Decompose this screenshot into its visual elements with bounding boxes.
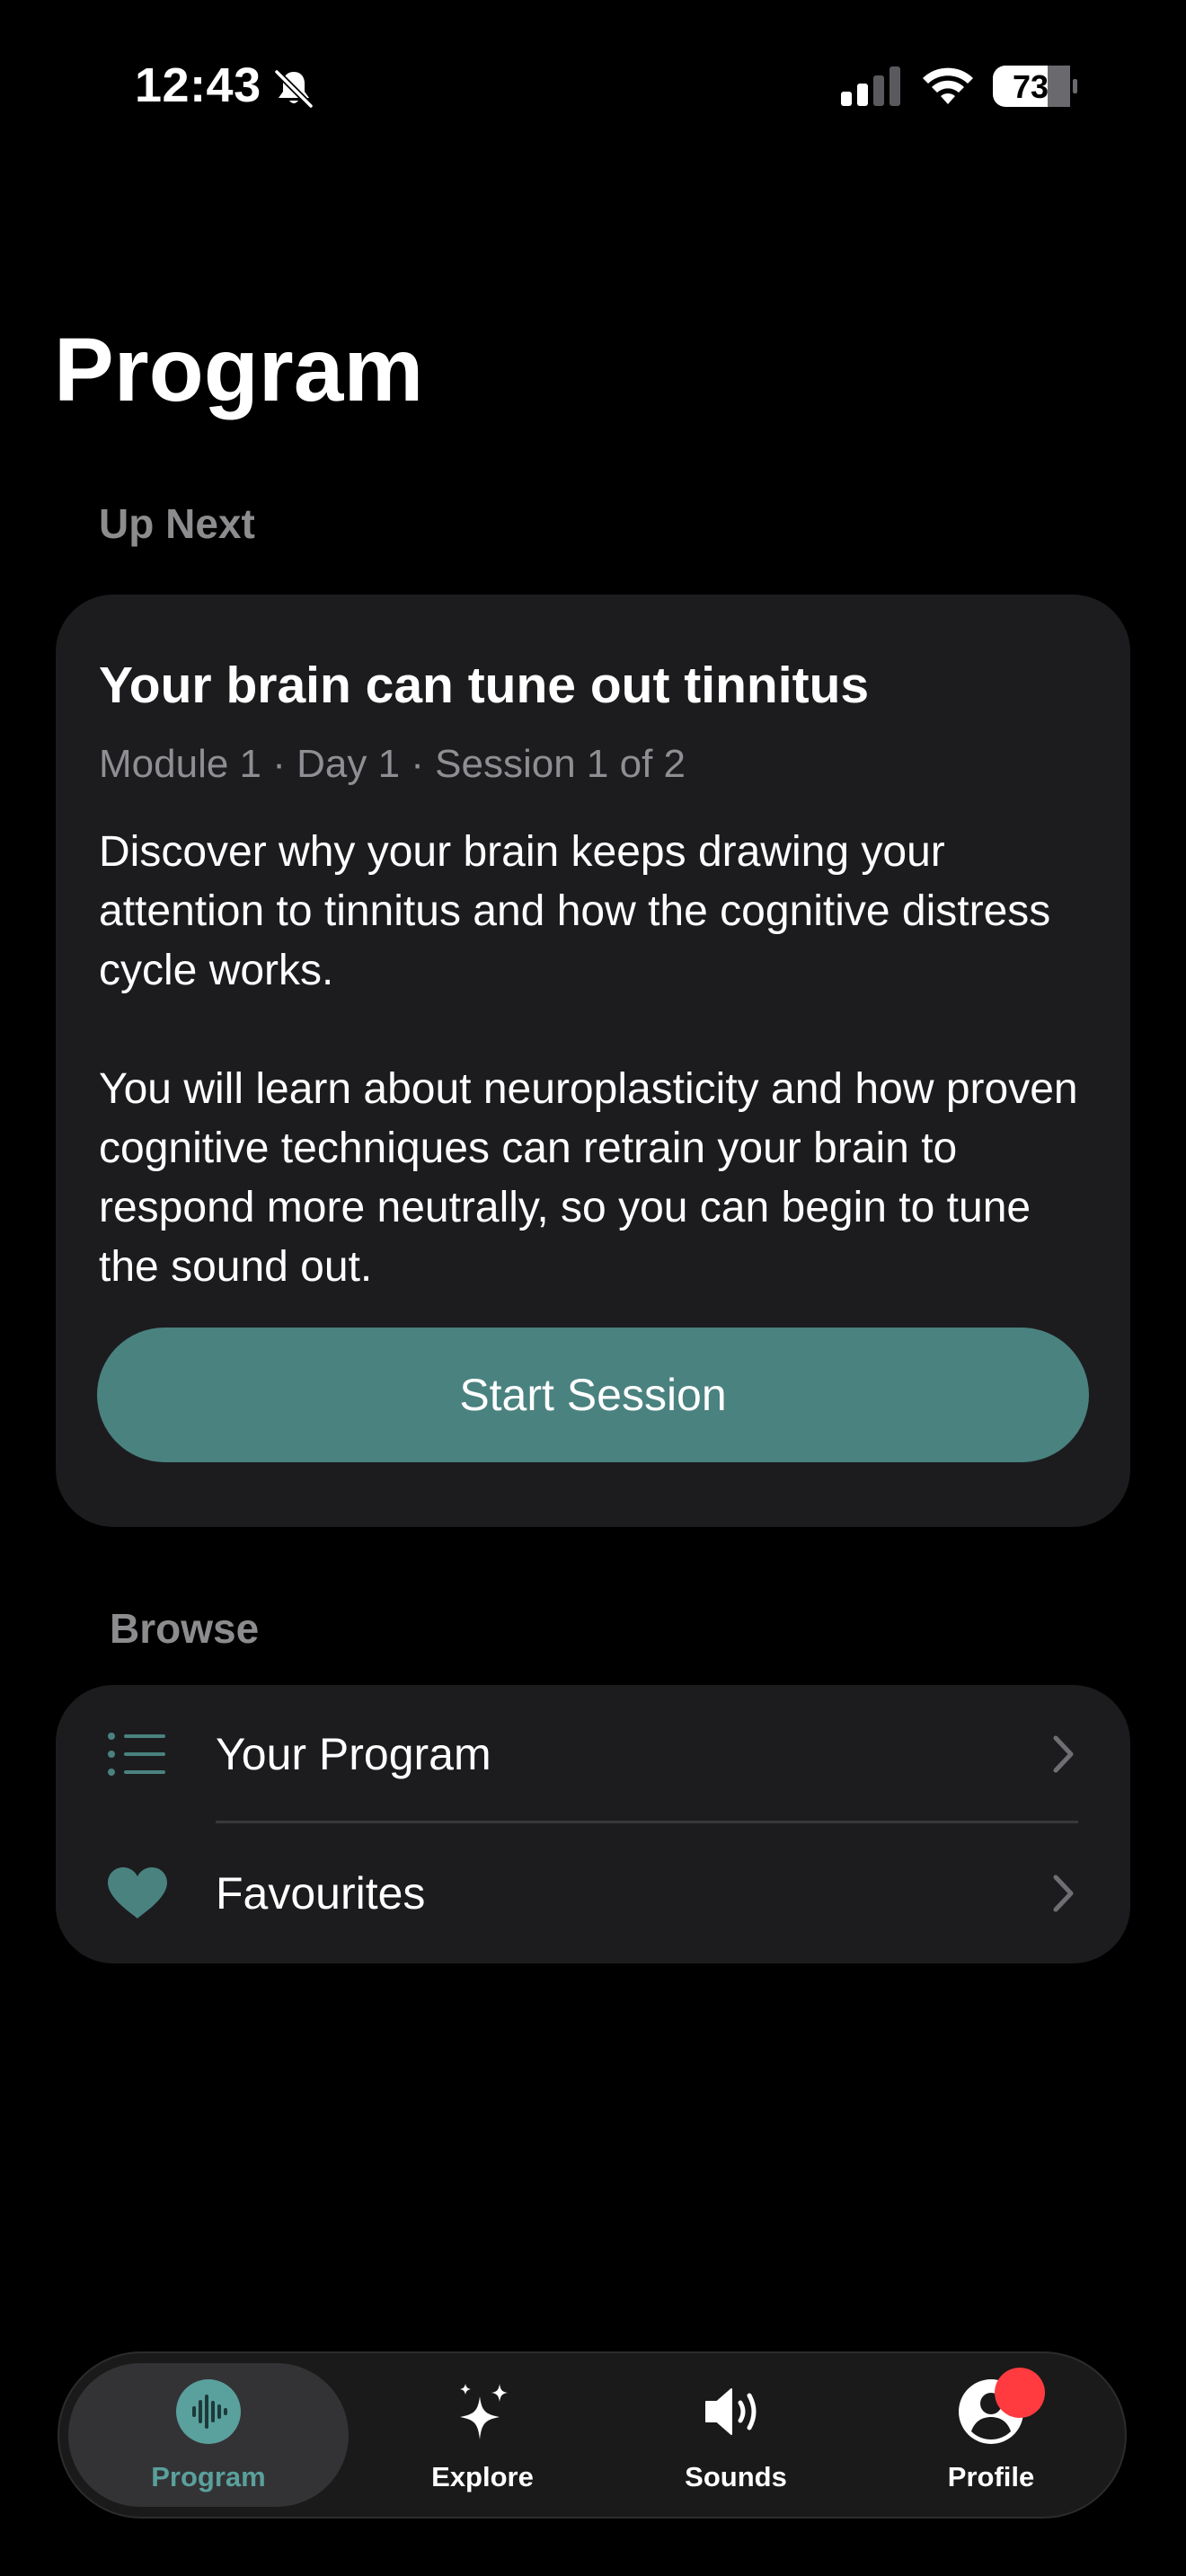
browse-item-label: Your Program <box>216 1729 491 1779</box>
tab-label: Explore <box>431 2461 534 2492</box>
up-next-label: Up Next <box>99 500 255 547</box>
bell-slash-icon <box>274 69 314 109</box>
session-description-detail: You will learn about neuroplasticity and… <box>99 1065 1078 1291</box>
browse-item-favourites[interactable]: Favourites <box>56 1824 1130 1963</box>
tab-explore[interactable]: Explore <box>352 2353 613 2517</box>
tab-label: Program <box>151 2461 266 2492</box>
status-time: 12:43 <box>135 58 261 112</box>
heart-icon <box>108 1867 167 1919</box>
browse-item-label: Favourites <box>216 1868 426 1919</box>
session-meta: Module 1 · Day 1 · Session 1 of 2 <box>99 742 686 786</box>
tab-sounds[interactable]: Sounds <box>606 2353 866 2517</box>
session-title: Your brain can tune out tinnitus <box>99 657 870 714</box>
speaker-icon <box>705 2388 757 2435</box>
tab-label: Sounds <box>685 2461 787 2492</box>
browse-item-your-program[interactable]: Your Program <box>56 1685 1130 1824</box>
wifi-icon <box>923 67 973 104</box>
browse-label: Browse <box>110 1605 260 1652</box>
notification-badge <box>995 2368 1045 2418</box>
status-bar: 12:43 73 <box>0 0 1186 171</box>
tab-program[interactable]: Program <box>68 2353 349 2517</box>
tab-label: Profile <box>947 2461 1035 2492</box>
tab-profile[interactable]: Profile <box>861 2353 1121 2517</box>
waveform-icon <box>176 2379 241 2444</box>
up-next-card: Your brain can tune out tinnitus Module … <box>56 595 1130 1527</box>
battery-level: 73 <box>1012 68 1049 105</box>
browse-list: Your Program Favourites <box>56 1685 1130 1963</box>
list-icon <box>108 1733 165 1776</box>
start-session-button[interactable]: Start Session <box>97 1328 1089 1462</box>
cellular-signal-icon <box>841 66 900 106</box>
divider <box>216 1821 1078 1823</box>
chevron-right-icon <box>1053 1875 1074 1912</box>
sparkles-icon <box>460 2384 508 2439</box>
chevron-right-icon <box>1053 1735 1074 1773</box>
session-description: Discover why your brain keeps drawing yo… <box>99 828 1051 994</box>
tab-bar: Program Explore Sounds Profile <box>58 2351 1127 2519</box>
page-title: Program <box>54 320 424 420</box>
battery-icon: 73 <box>992 65 1078 108</box>
